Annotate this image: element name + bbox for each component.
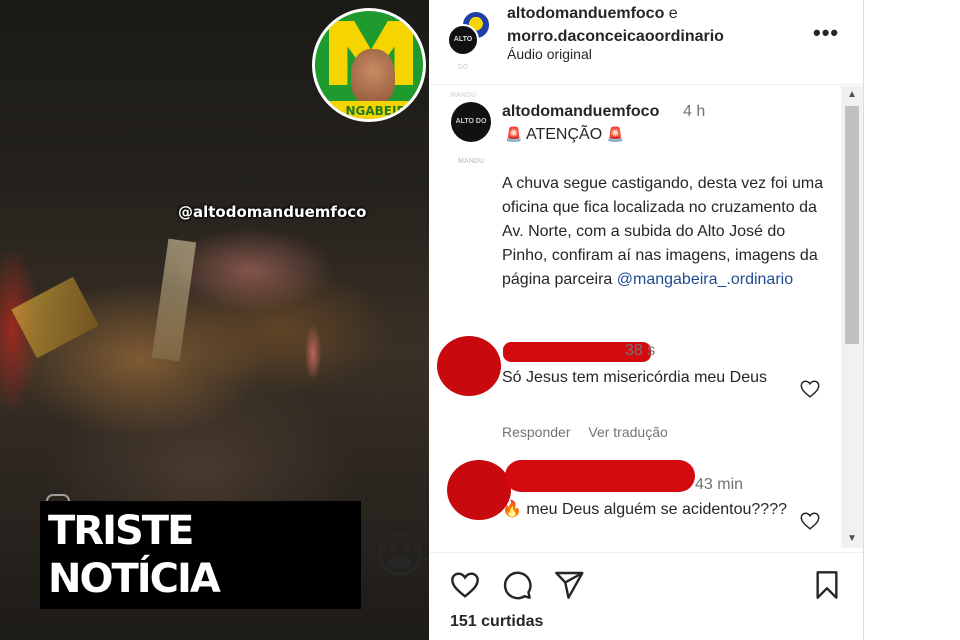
video-watermark: @altodomanduemfoco [178, 203, 367, 221]
translate-button[interactable]: Ver tradução [588, 424, 667, 440]
comment-time[interactable]: 38 s [625, 342, 655, 360]
siren-emoji: 🚨 [606, 126, 625, 142]
header-user1-link[interactable]: altodomanduemfoco [507, 5, 664, 22]
siren-emoji: 🚨 [505, 126, 523, 142]
caption-username[interactable]: altodomanduemfoco [502, 103, 659, 121]
avatar-altodomandu[interactable]: ALTO DO MANDU [447, 24, 479, 99]
comment-actions: Responder Ver tradução [502, 424, 682, 440]
post-header: ALTO DO MANDU altodomanduemfoco e morro.… [429, 0, 864, 99]
crying-face-emoji: 😭 [370, 526, 429, 584]
comment-text-block: 🔥 meu Deus alguém se acidentou???? [502, 498, 792, 521]
logo-band-text: NGABEIRA [315, 101, 423, 119]
post-actions-bar [429, 552, 864, 602]
comment-time[interactable]: 43 min [695, 476, 743, 494]
comment-text: meu Deus alguém se acidentou???? [526, 501, 787, 518]
header-user2-link[interactable]: morro.daconceicaoordinario [507, 28, 724, 45]
comment-avatar-redacted[interactable] [437, 336, 501, 396]
caption-avatar[interactable]: ALTO DO MANDU [451, 102, 491, 165]
username-redaction [505, 460, 695, 492]
post-panel: ALTO DO MANDU altodomanduemfoco e morro.… [429, 0, 864, 640]
video-caption-text: TRISTE NOTÍCIA [40, 501, 361, 609]
like-heart-icon[interactable] [449, 569, 481, 601]
comments-section[interactable]: ALTO DO MANDU altodomanduemfoco 4 h 🚨 AT… [429, 86, 864, 548]
header-conjunction: e [668, 5, 678, 22]
scroll-up-arrow-icon[interactable]: ▲ [841, 86, 863, 104]
reply-button[interactable]: Responder [502, 424, 571, 440]
video-caption: TRISTE NOTÍCIA 😭 [40, 501, 429, 609]
panel-divider [863, 0, 864, 640]
comment-text: Só Jesus tem misericórdia meu Deus [502, 369, 767, 386]
likes-count[interactable]: 151 curtidas [450, 613, 543, 631]
collab-names: altodomanduemfoco e morro.daconceicaoord… [507, 2, 724, 48]
caption-title-line: 🚨 ATENÇÃO 🚨 [505, 126, 624, 144]
caption-mention-link[interactable]: @mangabeira_.ordinario [617, 271, 793, 288]
channel-logo: NGABEIRA [312, 8, 426, 122]
reel-video[interactable]: NGABEIRA @altodomanduemfoco TRISTE NOTÍC… [0, 0, 429, 640]
caption-title: ATENÇÃO [526, 126, 603, 143]
like-comment-heart-icon[interactable] [799, 510, 821, 532]
caption-body: A chuva segue castigando, desta vez foi … [502, 172, 832, 292]
logo-person-photo [351, 49, 395, 105]
caption-time[interactable]: 4 h [683, 103, 705, 121]
scroll-thumb[interactable] [845, 106, 859, 344]
save-bookmark-icon[interactable] [811, 569, 843, 601]
more-horizontal-icon[interactable]: ••• [813, 20, 839, 46]
share-paper-plane-icon[interactable] [553, 569, 585, 601]
audio-link[interactable]: Áudio original [507, 46, 592, 62]
like-comment-heart-icon[interactable] [799, 378, 821, 400]
comment-bubble-icon[interactable] [501, 569, 533, 601]
comments-scrollbar[interactable]: ▲ ▼ [841, 86, 863, 548]
fire-emoji: 🔥 [502, 501, 522, 518]
collab-avatars[interactable]: ALTO DO MANDU [447, 10, 493, 99]
scroll-down-arrow-icon[interactable]: ▼ [841, 530, 863, 548]
